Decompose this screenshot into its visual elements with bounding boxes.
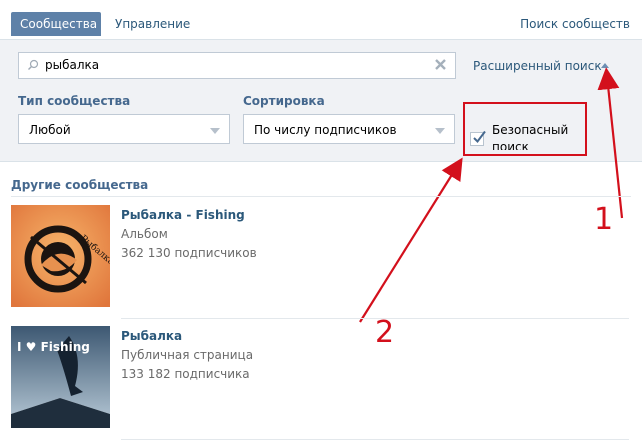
search-communities-link[interactable]: Поиск сообществ — [520, 12, 630, 36]
tab-manage[interactable]: Управление — [106, 12, 199, 36]
community-avatar[interactable]: I ♥ Fishing — [11, 326, 110, 428]
section-divider — [11, 196, 631, 197]
community-avatar[interactable]: Рыбалка Fishing — [11, 205, 110, 307]
community-name[interactable]: Рыбалка - Fishing — [121, 208, 245, 222]
community-type-label: Тип сообщества — [18, 94, 131, 108]
subscriber-count: 133 182 подписчика — [121, 367, 250, 381]
clear-icon[interactable] — [434, 58, 447, 71]
collapse-arrow-icon[interactable] — [601, 63, 609, 68]
chevron-down-icon — [435, 128, 445, 134]
list-item[interactable]: Рыбалка Fishing Рыбалка - Fishing Альбом… — [11, 205, 631, 323]
tab-communities[interactable]: Сообщества — [11, 12, 101, 36]
community-type-select[interactable]: Любой — [18, 114, 230, 144]
search-input[interactable]: рыбалка — [18, 52, 456, 79]
sort-label: Сортировка — [243, 94, 325, 108]
row-divider — [121, 439, 629, 440]
advanced-search-link[interactable]: Расширенный поиск — [473, 59, 602, 73]
sort-value: По числу подписчиков — [254, 123, 397, 137]
subscriber-count: 362 130 подписчиков — [121, 246, 257, 260]
annotation-highlight-box — [463, 102, 587, 156]
community-type: Публичная страница — [121, 348, 254, 362]
tab-bar: Сообщества Управление Поиск сообществ — [0, 0, 642, 40]
section-title: Другие сообщества — [11, 178, 149, 192]
community-type: Альбом — [121, 227, 168, 241]
search-value: рыбалка — [45, 58, 100, 72]
sort-select[interactable]: По числу подписчиков — [243, 114, 455, 144]
community-type-value: Любой — [29, 123, 71, 137]
logo-text: I ♥ Fishing — [17, 340, 90, 354]
chevron-down-icon — [210, 128, 220, 134]
search-icon — [28, 59, 39, 70]
community-name[interactable]: Рыбалка — [121, 329, 182, 343]
row-divider — [121, 318, 629, 319]
list-item[interactable]: I ♥ Fishing Рыбалка Публичная страница 1… — [11, 326, 631, 444]
